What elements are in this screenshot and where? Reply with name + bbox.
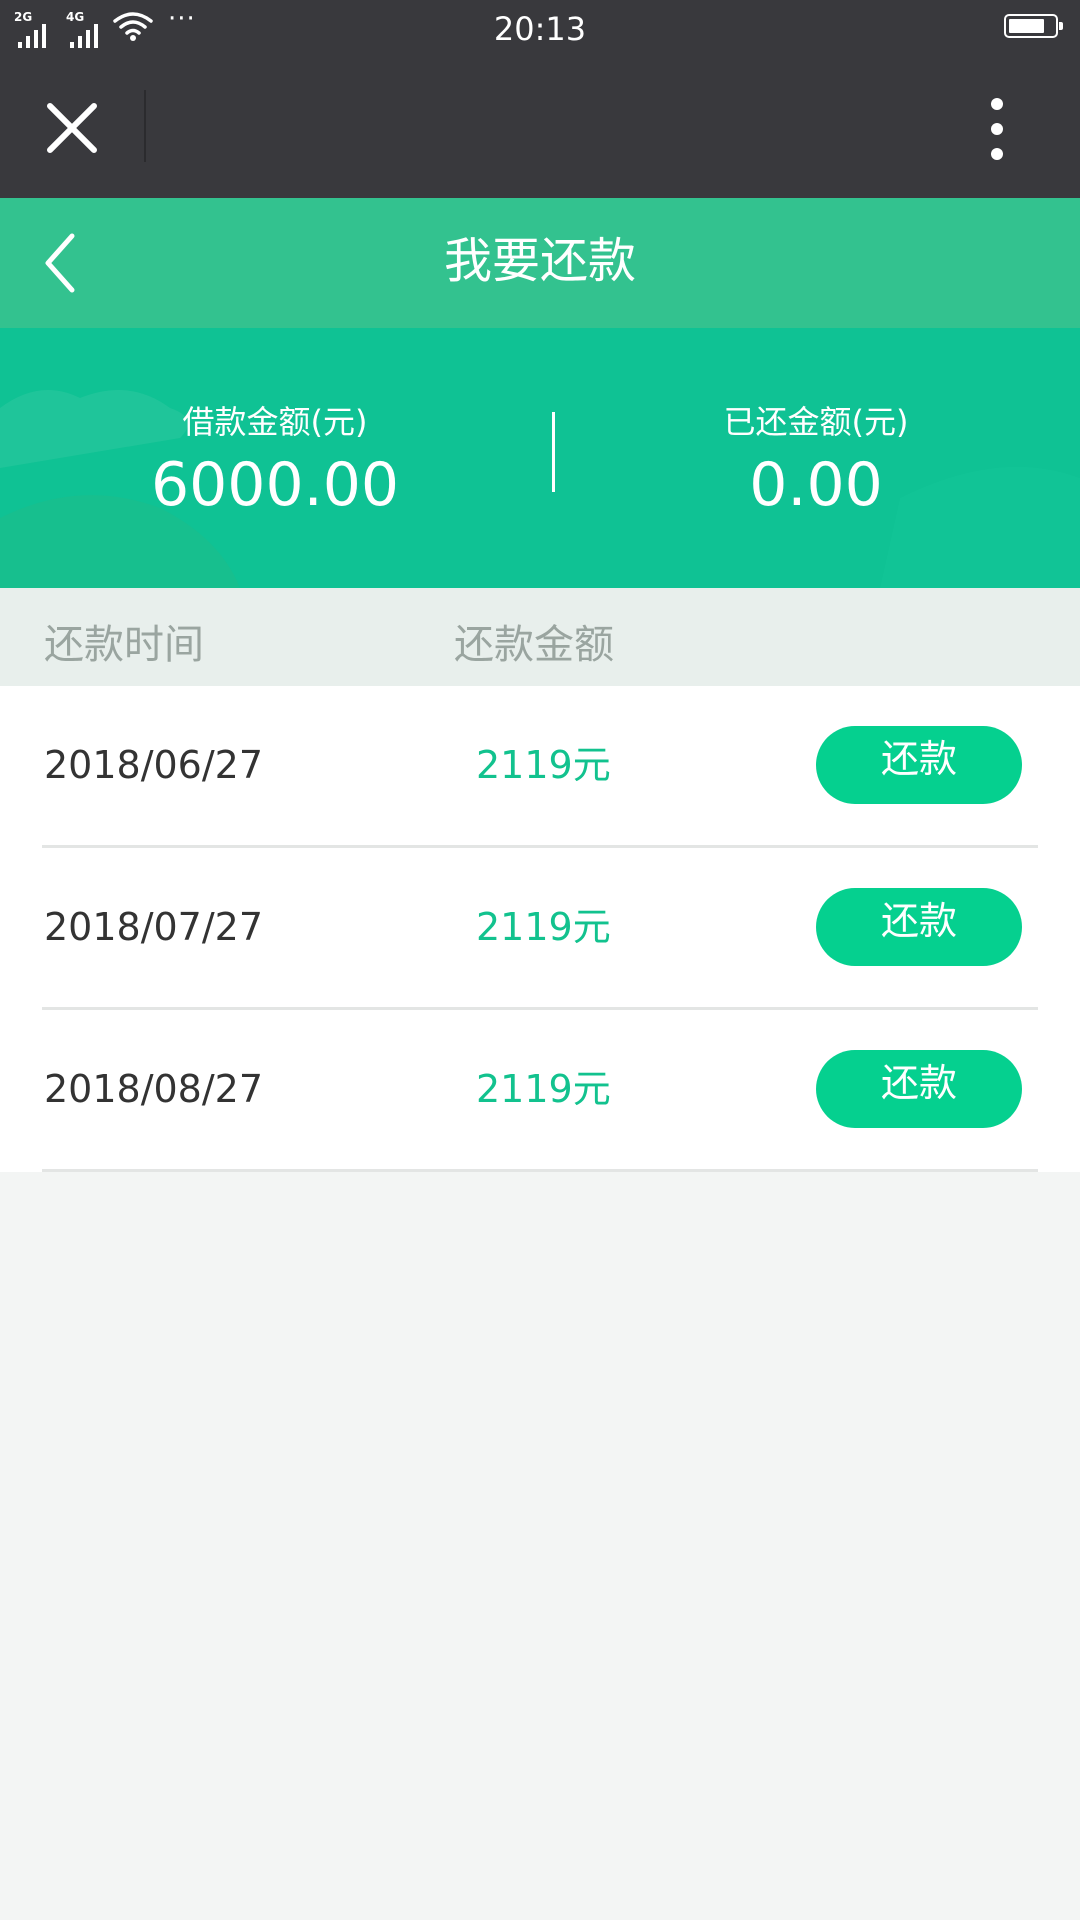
row-date: 2018/07/27	[44, 905, 264, 949]
row-amount: 2119元	[476, 743, 611, 787]
row-date: 2018/08/27	[44, 1067, 264, 1111]
repayment-table-header: 还款时间 还款金额	[0, 588, 1080, 686]
repay-button[interactable]: 还款	[816, 888, 1022, 966]
repaid-amount-label: 已还金额(元)	[723, 403, 909, 441]
page-header: 我要还款	[0, 198, 1080, 328]
repayment-list: 2018/06/27 2119元 还款 2018/07/27 2119元 还款 …	[0, 686, 1080, 1172]
battery-icon	[1004, 14, 1063, 38]
table-row: 2018/06/27 2119元 还款	[0, 686, 1080, 848]
row-divider	[42, 1169, 1038, 1172]
row-amount: 2119元	[476, 905, 611, 949]
column-header-time: 还款时间	[44, 622, 204, 668]
loan-amount-block: 借款金额(元) 6000.00	[5, 400, 545, 524]
table-row: 2018/07/27 2119元 还款	[0, 848, 1080, 1010]
repay-button[interactable]: 还款	[816, 726, 1022, 804]
row-date: 2018/06/27	[44, 743, 264, 787]
repay-button[interactable]: 还款	[816, 1050, 1022, 1128]
repaid-amount-value: 0.00	[749, 450, 883, 520]
table-row: 2018/08/27 2119元 还款	[0, 1010, 1080, 1172]
status-time: 20:13	[493, 10, 587, 48]
repaid-amount-block: 已还金额(元) 0.00	[546, 400, 1080, 524]
row-amount: 2119元	[476, 1067, 611, 1111]
browser-top-bar	[0, 58, 1080, 198]
loan-amount-value: 6000.00	[150, 450, 400, 520]
top-bar-divider	[144, 90, 146, 162]
page-title: 我要还款	[443, 233, 636, 289]
status-bar: 2G 4G ··· 20:13	[0, 0, 1080, 58]
close-icon[interactable]	[44, 100, 100, 156]
loan-summary-banner: 借款金额(元) 6000.00 已还金额(元) 0.00	[0, 328, 1080, 588]
column-header-amount: 还款金额	[454, 622, 614, 668]
loan-amount-label: 借款金额(元)	[182, 403, 368, 441]
more-vertical-icon[interactable]	[982, 94, 1012, 164]
